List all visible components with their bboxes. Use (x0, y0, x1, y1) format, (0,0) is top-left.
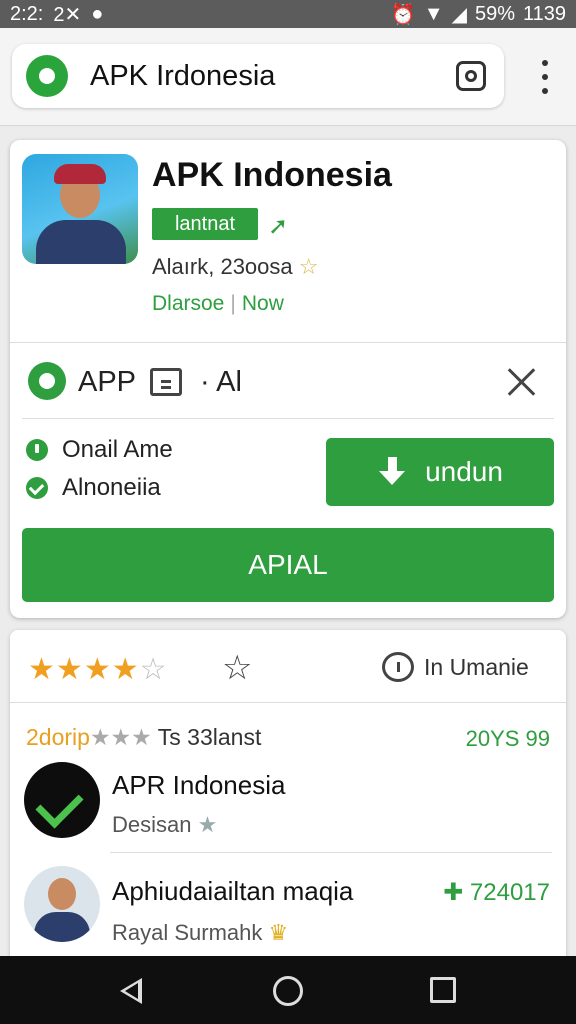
info-text-2: Alnoneiia (62, 474, 161, 501)
star-outline-icon[interactable]: ☆ (222, 648, 252, 688)
back-icon[interactable] (120, 978, 142, 1004)
alarm-icon: ⏰ (390, 3, 416, 26)
app-meta: Alaırk, 23oosa ☆ (152, 254, 319, 280)
review-count: 20YS 99 (465, 726, 550, 751)
info-line-1: Onail Ame (26, 436, 173, 464)
battery-level: 59% (474, 2, 515, 25)
download-label: undun (425, 456, 503, 487)
document-icon[interactable] (150, 368, 182, 396)
star-icon: ★ (111, 653, 140, 686)
avatar[interactable] (24, 762, 100, 838)
info-text-1: Onail Ame (62, 436, 173, 463)
star-icon: ★ (55, 653, 84, 686)
install-label: APIAL (248, 549, 328, 580)
review-suffix: Ts 33lanst (157, 724, 262, 750)
list-item-subtitle: Desisan ★ (112, 812, 217, 838)
rating-stars[interactable]: ★★★★☆ (28, 652, 168, 687)
address-bar[interactable]: APK Irdonesia (12, 44, 504, 108)
notification-icon: 2✕ (53, 3, 82, 26)
link-now[interactable]: Now (242, 292, 284, 315)
app-card: APK Indonesia lantnat ➚ Alaırk, 23oosa ☆… (10, 140, 566, 618)
gear-icon (28, 362, 66, 400)
review-prefix: 2dorip (26, 724, 90, 750)
system-nav-bar (0, 956, 576, 1024)
list-item-subtitle: Rayal Surmahk ♛ (112, 920, 288, 946)
install-button[interactable]: APIAL (22, 528, 554, 602)
category-tag[interactable]: lantnat (152, 208, 258, 240)
app-info-row: APP · Al (10, 348, 566, 416)
plus-icon: ✚ (443, 879, 464, 906)
star-icon: ★ (197, 812, 218, 837)
home-icon[interactable] (273, 976, 303, 1006)
star-icon: ★ (83, 653, 112, 686)
list-item-subtitle-text: Desisan (112, 812, 192, 837)
info-icon (26, 439, 48, 461)
browser-toolbar: APK Irdonesia (0, 28, 576, 126)
status-clock: 1139 (522, 2, 566, 25)
review-card: ★★★★☆ ☆ In Umanie 2dorip★★★ Ts 33lanst 2… (10, 630, 566, 960)
comment-label[interactable]: In Umanie (424, 654, 529, 681)
close-icon[interactable] (504, 364, 540, 400)
star-icon: ☆ (298, 254, 319, 279)
avatar[interactable] (24, 866, 100, 942)
recents-icon[interactable] (430, 977, 456, 1003)
list-item-title[interactable]: Aphiudaiailtan maqia (112, 876, 353, 907)
app-logo-icon (26, 55, 68, 97)
crown-icon: ♛ (268, 920, 289, 945)
app-meta-text: Alaırk, 23oosa (152, 254, 293, 279)
check-icon (26, 477, 48, 499)
link-row: Dlarsoe | Now (152, 292, 284, 315)
download-icon (377, 457, 407, 487)
divider (10, 702, 566, 703)
star-icon: ☆ (139, 653, 168, 686)
wifi-icon: ▼ (423, 2, 444, 25)
share-icon[interactable]: ➚ (268, 212, 288, 241)
row-label-ai: · Al (200, 366, 242, 398)
link-left[interactable]: Dlarsoe (152, 292, 224, 315)
circle-notification-icon: ● (91, 2, 104, 25)
list-item-count: ✚ 724017 (443, 878, 550, 907)
list-item-subtitle-text: Rayal Surmahk (112, 920, 263, 945)
divider (110, 852, 552, 853)
list-item-count-value: 724017 (469, 879, 550, 906)
more-vert-icon[interactable] (542, 60, 550, 94)
signal-icon: ◢ (451, 3, 467, 26)
app-icon (22, 154, 138, 264)
divider (10, 342, 566, 343)
divider (22, 418, 554, 419)
comment-icon[interactable] (382, 652, 414, 682)
app-title: APK Indonesia (152, 156, 392, 194)
status-time: 2:2: (10, 2, 44, 25)
info-line-2: Alnoneiia (26, 474, 161, 502)
star-icon: ★★★ (89, 724, 152, 750)
camera-icon[interactable] (456, 61, 486, 91)
address-bar-text: APK Irdonesia (90, 59, 276, 92)
star-icon: ★ (28, 653, 56, 686)
status-bar: 2:2: 2✕ ● ⏰ ▼ ◢ 59% 1139 (0, 0, 576, 28)
list-item-title[interactable]: APR Indonesia (112, 770, 285, 801)
row-label-app: APP (78, 366, 137, 398)
download-button[interactable]: undun (326, 438, 554, 506)
review-summary: 2dorip★★★ Ts 33lanst (26, 724, 261, 751)
